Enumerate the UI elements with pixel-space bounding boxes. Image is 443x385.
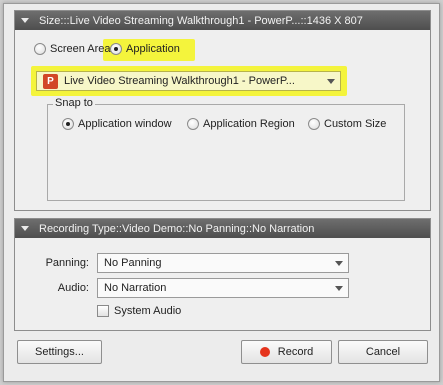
size-section: Size:::Live Video Streaming Walkthrough1… [14,10,431,211]
settings-button[interactable]: Settings... [17,340,102,364]
recording-type-section: Recording Type::Video Demo::No Panning::… [14,218,431,331]
cancel-button[interactable]: Cancel [338,340,428,364]
chevron-down-icon[interactable] [335,261,343,266]
size-section-header[interactable]: Size:::Live Video Streaming Walkthrough1… [15,11,430,30]
screen-area-radio-circle[interactable] [34,43,46,55]
record-button[interactable]: Record [241,340,332,364]
system-audio-label: System Audio [114,305,182,317]
panning-select[interactable]: No Panning [97,253,349,273]
snap-custom-size-circle[interactable] [308,118,320,130]
recording-type-section-title: Recording Type::Video Demo::No Panning::… [39,222,315,235]
snap-to-legend: Snap to [53,97,95,109]
panning-select-value: No Panning [104,257,162,269]
snap-custom-size-label: Custom Size [324,118,387,130]
screen-area-label: Screen Area [50,43,111,55]
recording-type-section-header[interactable]: Recording Type::Video Demo::No Panning::… [15,219,430,238]
cancel-button-label: Cancel [365,346,401,358]
application-select-value: Live Video Streaming Walkthrough1 - Powe… [64,75,295,87]
chevron-down-icon[interactable] [327,79,335,84]
application-radio-circle[interactable] [110,43,122,55]
screen-area-radio[interactable]: Screen Area [34,43,111,55]
snap-application-region-circle[interactable] [187,118,199,130]
system-audio-checkbox-box[interactable] [97,305,109,317]
settings-button-label: Settings... [35,346,84,358]
chevron-down-icon[interactable] [335,286,343,291]
application-select[interactable]: P Live Video Streaming Walkthrough1 - Po… [36,71,341,91]
record-button-label: Record [277,346,314,358]
snap-application-region-radio[interactable]: Application Region [187,118,295,130]
snap-application-region-label: Application Region [203,118,295,130]
snap-custom-size-radio[interactable]: Custom Size [308,118,386,130]
recording-dialog: Size:::Live Video Streaming Walkthrough1… [3,3,440,382]
application-label: Application [126,43,180,55]
record-dot-icon [259,347,270,357]
collapse-triangle-icon[interactable] [21,226,29,231]
audio-select[interactable]: No Narration [97,278,349,298]
size-section-title: Size:::Live Video Streaming Walkthrough1… [39,14,363,27]
snap-application-window-radio[interactable]: Application window [62,118,172,130]
snap-application-window-label: Application window [78,118,172,130]
application-radio[interactable]: Application [110,43,180,55]
powerpoint-icon: P [43,73,58,89]
audio-select-value: No Narration [104,282,167,294]
collapse-triangle-icon[interactable] [21,18,29,23]
snap-application-window-circle[interactable] [62,118,74,130]
audio-label: Audio: [57,282,89,294]
snap-to-group: Snap to Application window Application R… [47,97,405,201]
panning-label: Panning: [45,257,89,269]
system-audio-checkbox[interactable]: System Audio [97,305,181,317]
